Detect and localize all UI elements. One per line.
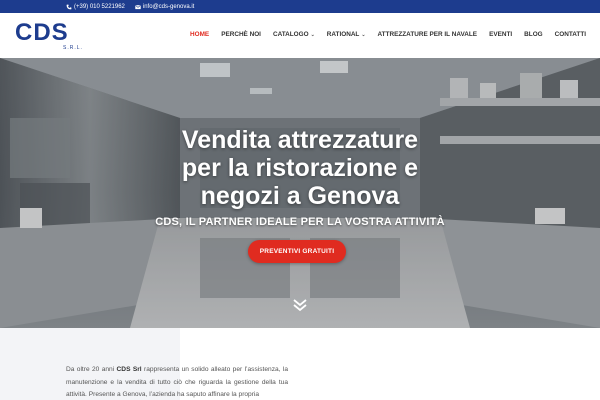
intro-paragraph: Da oltre 20 anni CDS Srl rappresenta un … <box>66 366 288 398</box>
nav-item-home[interactable]: HOME <box>190 31 209 38</box>
free-quote-button[interactable]: PREVENTIVI GRATUITI <box>248 240 346 263</box>
main-nav: HOME PERCHÈ NOI CATALOGO ⌄ RATIONAL ⌄ ATTR… <box>190 31 586 38</box>
email-contact[interactable]: info@cds-genova.it <box>135 4 194 10</box>
nav-item-perche-noi[interactable]: PERCHÈ NOI <box>221 31 261 38</box>
nav-item-catalogo[interactable]: CATALOGO ⌄ <box>273 31 315 38</box>
nav-item-contatti[interactable]: CONTATTI <box>555 31 586 38</box>
email-address: info@cds-genova.it <box>142 3 195 10</box>
top-contact-bar: (+39) 010 5221962 info@cds-genova.it <box>0 0 600 13</box>
nav-item-rational[interactable]: RATIONAL ⌄ <box>327 31 366 38</box>
hero-title: Vendita attrezzature per la ristorazione… <box>181 126 419 210</box>
chevron-down-icon: ⌄ <box>361 31 366 38</box>
hero-section: Vendita attrezzature per la ristorazione… <box>0 58 600 328</box>
logo-subtext: S.R.L. <box>63 45 83 51</box>
site-header: CDS S.R.L. HOME PERCHÈ NOI CATALOGO ⌄ RAT… <box>0 13 600 58</box>
chevron-down-icon: ⌄ <box>310 31 315 38</box>
logo-text: CDS <box>15 19 69 46</box>
phone-number: (+39) 010 5221962 <box>74 3 125 10</box>
nav-item-eventi[interactable]: EVENTI <box>489 31 512 38</box>
phone-icon <box>66 4 72 9</box>
phone-contact[interactable]: (+39) 010 5221962 <box>66 4 125 10</box>
nav-item-attrezzature-navale[interactable]: ATTREZZATURE PER IL NAVALE <box>378 31 478 38</box>
hero-subtitle: CDS, IL PARTNER IDEALE PER LA VOSTRA ATT… <box>155 216 445 228</box>
chevron-double-down-icon[interactable] <box>292 298 308 312</box>
cds-logo[interactable]: CDS S.R.L. <box>15 19 95 52</box>
envelope-icon <box>135 4 141 9</box>
intro-section: Da oltre 20 anni CDS Srl rappresenta un … <box>0 328 600 400</box>
nav-item-blog[interactable]: BLOG <box>524 31 542 38</box>
